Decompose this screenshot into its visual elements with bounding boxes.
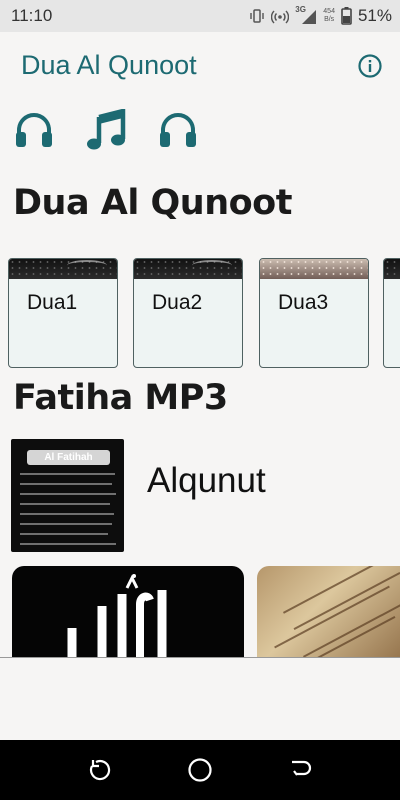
quran-image-card[interactable] — [257, 566, 400, 657]
bottom-area — [0, 658, 400, 740]
dua-card-row: Dua1 Dua2 Dua3 — [8, 258, 400, 368]
dua-card-3[interactable]: Dua3 — [259, 258, 369, 368]
fatiha-thumb-badge: Al Fatihah — [27, 450, 110, 465]
navigation-bar — [0, 740, 400, 800]
network-speed: 454 B/s — [323, 8, 335, 24]
battery-percent: 51% — [357, 6, 392, 25]
signal-icon: 3G — [295, 5, 317, 25]
card-banner-image — [9, 259, 117, 279]
dua-card-4-partial[interactable] — [383, 258, 400, 368]
calligraphy-image-card[interactable] — [12, 566, 244, 657]
card-banner-image — [384, 259, 400, 279]
dua-card-1[interactable]: Dua1 — [8, 258, 118, 368]
dua-card-label: Dua2 — [152, 291, 203, 314]
music-button[interactable] — [84, 108, 128, 152]
fatiha-item-label[interactable]: Alqunut — [147, 461, 266, 501]
status-time: 11:10 — [11, 6, 53, 25]
info-button[interactable] — [357, 53, 383, 79]
info-icon — [358, 54, 382, 78]
headphones-icon — [160, 113, 196, 147]
headphones-icon — [16, 113, 52, 147]
recents-button[interactable] — [86, 757, 112, 783]
headphones-button-2[interactable] — [156, 108, 200, 152]
network-speed-value: 454 — [323, 8, 335, 15]
back-button[interactable] — [288, 757, 314, 783]
network-speed-unit: B/s — [324, 16, 335, 23]
dua-card-label: Dua3 — [278, 291, 329, 314]
dua-card-label: Dua1 — [27, 291, 78, 314]
headphones-button[interactable] — [12, 108, 56, 152]
hotspot-icon — [271, 10, 290, 24]
dua-card-2[interactable]: Dua2 — [133, 258, 243, 368]
dua-section-title: Dua Al Qunoot — [13, 183, 292, 223]
recents-icon — [89, 759, 111, 781]
home-button[interactable] — [187, 757, 213, 783]
card-banner-image — [260, 259, 368, 279]
card-banner-image — [134, 259, 242, 279]
status-bar: 11:10 3G 454 B/s 51% — [0, 0, 400, 32]
app-title: Dua Al Qunoot — [21, 50, 197, 80]
music-note-icon — [87, 109, 126, 150]
back-icon — [292, 760, 312, 776]
fatiha-thumbnail[interactable]: Al Fatihah — [11, 439, 124, 552]
home-icon — [188, 758, 212, 782]
vibrate-icon — [250, 9, 264, 23]
battery-icon — [341, 7, 352, 25]
audio-toolbar — [12, 108, 200, 152]
fatiha-section-title: Fatiha MP3 — [13, 378, 228, 418]
calligraphy-image — [67, 574, 167, 657]
status-icons: 3G 454 B/s 51% — [249, 5, 392, 27]
